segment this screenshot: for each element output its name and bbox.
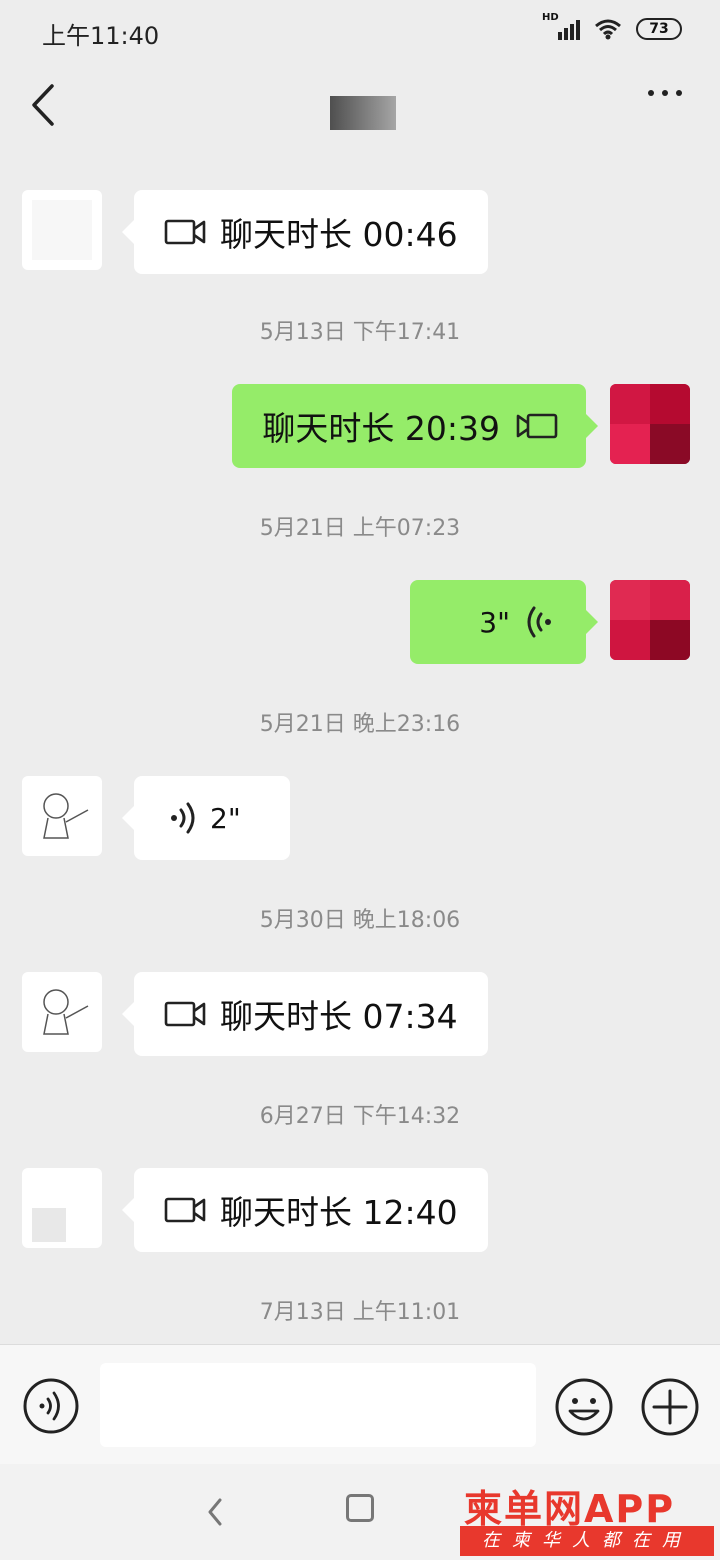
call-duration-text: 聊天时长 00:46 — [220, 215, 458, 254]
back-arrow-icon[interactable] — [24, 80, 64, 130]
more-dot-icon — [662, 90, 668, 96]
message-timestamp: 7月13日 上午11:01 — [259, 1300, 461, 1325]
wifi-icon — [595, 19, 621, 40]
more-dot-icon — [648, 90, 654, 96]
video-camera-icon — [516, 413, 558, 439]
message-timestamp: 5月30日 晚上18:06 — [259, 908, 461, 933]
emoji-icon[interactable] — [554, 1377, 614, 1437]
message-bubble-video-call[interactable]: 聊天时长 12:40 — [122, 1168, 488, 1252]
message-timestamp: 5月21日 上午07:23 — [259, 516, 461, 541]
video-camera-icon — [164, 1197, 206, 1223]
message-timestamp: 5月21日 晚上23:16 — [259, 712, 461, 737]
video-camera-icon — [164, 219, 206, 245]
call-duration-text: 聊天时长 07:34 — [220, 997, 458, 1036]
status-icons: HD 73 — [542, 12, 682, 40]
video-camera-icon — [164, 1001, 206, 1027]
system-back-icon[interactable] — [200, 1492, 230, 1532]
message-bubble-video-call[interactable]: 聊天时长 20:39 — [232, 384, 598, 468]
message-timestamp: 5月13日 下午17:41 — [259, 320, 461, 345]
system-home-icon[interactable] — [346, 1494, 374, 1522]
network-type-label: HD — [542, 12, 559, 23]
call-duration-text: 聊天时长 12:40 — [220, 1193, 458, 1232]
watermark-slogan: 在柬华人都在用 — [460, 1526, 714, 1556]
status-time: 上午11:40 — [42, 22, 160, 50]
contact-avatar[interactable] — [22, 190, 102, 270]
my-avatar[interactable] — [610, 384, 690, 464]
chat-title-redacted — [330, 96, 396, 130]
message-bubble-video-call[interactable]: 聊天时长 07:34 — [122, 972, 488, 1056]
voice-wave-icon — [527, 606, 551, 638]
voice-input-toggle-icon[interactable] — [22, 1377, 80, 1435]
chat-header — [0, 64, 720, 148]
my-avatar[interactable] — [610, 580, 690, 660]
call-duration-text: 聊天时长 20:39 — [262, 409, 500, 448]
sketch-avatar-icon — [43, 989, 89, 1035]
watermark: 柬单网APP 在柬华人都在用 — [460, 1478, 714, 1556]
voice-duration-text: 2" — [210, 801, 241, 835]
message-timestamp: 6月27日 下午14:32 — [259, 1104, 461, 1129]
voice-duration-text: 3" — [479, 605, 510, 639]
sketch-avatar-icon — [43, 793, 89, 839]
signal-icon: HD — [542, 12, 580, 40]
plus-icon[interactable] — [640, 1377, 700, 1437]
battery-indicator: 73 — [636, 18, 682, 40]
more-options-button[interactable] — [648, 90, 682, 96]
watermark-logo: 柬单网APP — [464, 1487, 676, 1531]
contact-avatar[interactable] — [22, 776, 102, 856]
contact-avatar[interactable] — [22, 1168, 102, 1248]
more-dot-icon — [676, 90, 682, 96]
message-bubble-voice[interactable]: 3" — [410, 580, 598, 664]
chat-input-bar — [0, 1344, 720, 1464]
message-bubble-voice[interactable]: 2" — [122, 776, 290, 860]
message-bubble-video-call[interactable]: 聊天时长 00:46 — [122, 190, 488, 274]
contact-avatar[interactable] — [22, 972, 102, 1052]
message-input[interactable] — [100, 1363, 536, 1447]
voice-wave-icon — [171, 802, 195, 834]
status-bar: 上午11:40 HD 73 — [0, 0, 720, 64]
